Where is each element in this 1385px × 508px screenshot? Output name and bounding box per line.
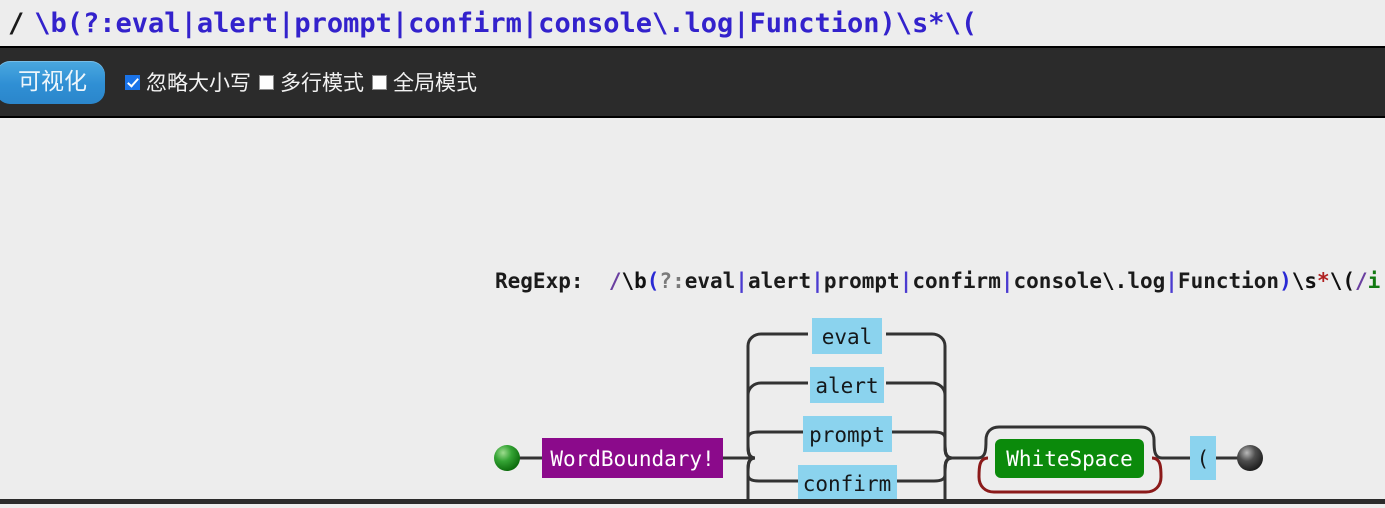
regex-visualizer-app: / \b(?:eval|alert|prompt|confirm|console…	[0, 0, 1385, 508]
regex-delimiter-slash: /	[8, 7, 25, 39]
alt-branch-out-1	[886, 332, 953, 460]
regex-pattern-text[interactable]: \b(?:eval|alert|prompt|confirm|console\.…	[34, 8, 977, 39]
alt-label: alert	[815, 374, 878, 398]
checkbox-icon[interactable]	[259, 74, 274, 90]
flag-ignorecase[interactable]: 忽略大小写	[125, 67, 251, 97]
flag-multiline-label: 多行模式	[280, 71, 364, 95]
alt-branch-in-1	[746, 332, 808, 460]
diagram-canvas: RegExp: /\b(?:eval|alert|prompt|confirm|…	[0, 118, 1385, 504]
alt-branch-in-3	[746, 430, 808, 460]
node-wordboundary[interactable]: WordBoundary!	[542, 438, 723, 478]
literal-paren-label: (	[1197, 447, 1210, 471]
flag-multiline[interactable]: 多行模式	[259, 67, 364, 97]
alt-branch-out-2	[886, 381, 953, 460]
start-marker	[494, 445, 520, 471]
visualize-button[interactable]: 可视化	[0, 60, 105, 104]
checkbox-icon[interactable]	[125, 74, 140, 90]
flag-checkbox-group: 忽略大小写 多行模式 全局模式	[125, 67, 485, 97]
railroad-diagram: WordBoundary! eval alert prompt confirm	[494, 318, 1263, 504]
end-marker	[1237, 445, 1263, 471]
wordboundary-label: WordBoundary!	[550, 447, 714, 471]
flag-global[interactable]: 全局模式	[372, 67, 477, 97]
node-literal-paren[interactable]: (	[1190, 436, 1216, 480]
node-alt-eval[interactable]: eval	[812, 318, 882, 354]
options-toolbar: 可视化 忽略大小写 多行模式 全局模式	[0, 46, 1385, 118]
checkbox-icon[interactable]	[372, 74, 387, 90]
alt-label: confirm	[803, 472, 892, 496]
alt-label: eval	[822, 325, 873, 349]
flag-ignorecase-label: 忽略大小写	[146, 71, 251, 95]
node-alt-alert[interactable]: alert	[810, 367, 884, 403]
regex-display-bar[interactable]: / \b(?:eval|alert|prompt|confirm|console…	[0, 0, 1385, 46]
whitespace-label: WhiteSpace	[1006, 447, 1132, 471]
node-whitespace[interactable]: WhiteSpace	[995, 439, 1144, 478]
alt-branch-in-2	[746, 381, 808, 460]
node-alt-confirm[interactable]: confirm	[798, 465, 897, 501]
alt-branch-out-3	[886, 430, 953, 460]
alt-label: prompt	[809, 423, 885, 447]
node-alt-prompt[interactable]: prompt	[803, 416, 892, 452]
whitespace-quantifier-label: 0 or more times	[983, 498, 1155, 504]
flag-global-label: 全局模式	[393, 71, 477, 95]
